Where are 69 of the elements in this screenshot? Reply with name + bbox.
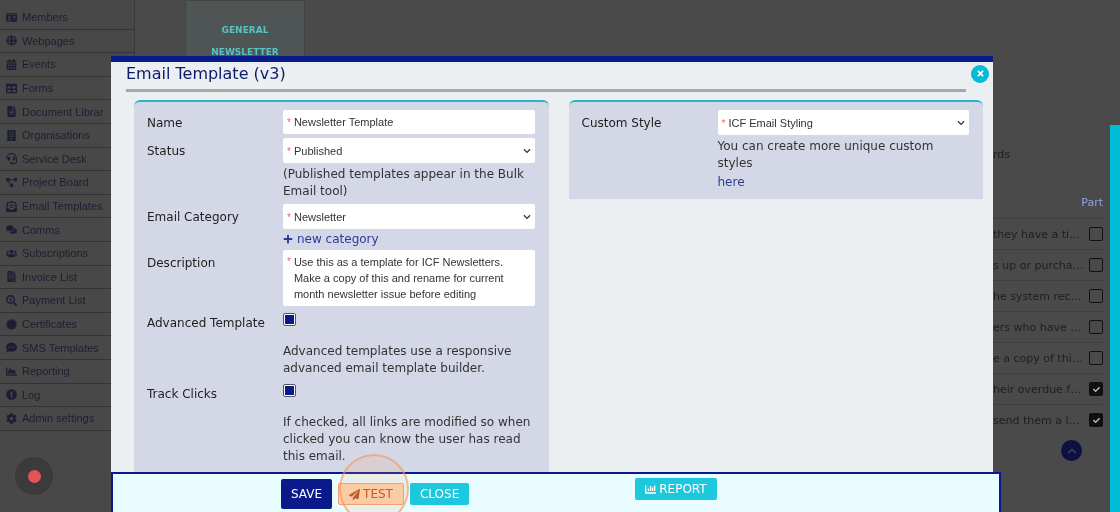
headset-icon bbox=[6, 153, 17, 165]
field-label: Name bbox=[147, 115, 184, 130]
people-icon bbox=[6, 247, 17, 259]
checkbox[interactable] bbox=[1089, 382, 1103, 396]
document-icon bbox=[6, 106, 17, 118]
field-label: Status bbox=[147, 143, 187, 158]
dropdown[interactable]: * Newsletter bbox=[283, 204, 535, 229]
checkbox[interactable] bbox=[1089, 289, 1103, 303]
required-asterisk: * bbox=[287, 211, 291, 223]
diagram-icon bbox=[6, 176, 17, 188]
speech-bubble-icon bbox=[6, 342, 17, 354]
close-button[interactable] bbox=[971, 64, 989, 83]
checkbox[interactable] bbox=[1089, 227, 1103, 241]
chevron-down-icon bbox=[522, 146, 531, 155]
gear-icon bbox=[6, 412, 17, 424]
required-asterisk: * bbox=[287, 145, 291, 157]
required-asterisk: * bbox=[287, 255, 291, 269]
checkbox[interactable] bbox=[1089, 320, 1103, 334]
help-text: (Published templates appear in the Bulk Email tool) bbox=[283, 166, 525, 200]
help-text: Advanced templates use a responsive advanced email template builder. bbox=[283, 343, 513, 377]
envelope-icon bbox=[6, 200, 17, 212]
check-icon bbox=[1092, 385, 1100, 393]
scroll-up-button[interactable] bbox=[1061, 440, 1082, 461]
calendar-icon bbox=[6, 59, 17, 70]
category-item[interactable]: NEWSLETTER bbox=[211, 47, 279, 57]
field-label: Description bbox=[147, 255, 217, 270]
invoice-icon bbox=[6, 271, 17, 283]
checkbox[interactable] bbox=[1089, 258, 1103, 272]
table-icon bbox=[6, 82, 17, 94]
link[interactable]: new category bbox=[283, 232, 535, 246]
field-label: Advanced Template bbox=[147, 315, 266, 330]
help-text: You can create more unique custom styles bbox=[717, 138, 935, 172]
checkbox[interactable] bbox=[1089, 413, 1103, 427]
scrollbar-thumb[interactable] bbox=[1110, 125, 1120, 512]
dialog-button[interactable]: TEST bbox=[338, 483, 404, 505]
required-asterisk: * bbox=[721, 117, 726, 129]
checkbox[interactable] bbox=[283, 313, 296, 326]
alert-icon bbox=[6, 389, 17, 401]
dialog-button[interactable]: CLOSE bbox=[409, 483, 470, 505]
checkbox[interactable] bbox=[283, 384, 296, 397]
link[interactable]: here bbox=[717, 175, 969, 189]
field-label: Email Category bbox=[147, 209, 240, 224]
text-area[interactable]: * Use this as a template for ICF Newsletters. Make a copy of this and rename for current month newsletter issue before editing bbox=[283, 250, 535, 306]
text-field[interactable]: * Newsletter Template bbox=[283, 110, 535, 134]
required-asterisk: * bbox=[287, 116, 291, 128]
dropdown[interactable]: * ICF Email Styling bbox=[717, 110, 969, 135]
chart-icon bbox=[6, 365, 17, 377]
checkbox[interactable] bbox=[1089, 351, 1103, 365]
check-icon bbox=[1092, 416, 1100, 424]
search-dollar-icon bbox=[6, 294, 17, 306]
column-header: Part bbox=[1080, 196, 1103, 211]
field-label: Custom Style bbox=[581, 115, 663, 130]
category-item[interactable]: GENERAL bbox=[221, 25, 269, 35]
building-icon bbox=[6, 129, 17, 141]
dropdown[interactable]: * Published bbox=[283, 138, 535, 163]
chat-icon bbox=[6, 224, 17, 236]
id-card-icon bbox=[6, 11, 17, 23]
bar-chart-icon bbox=[645, 483, 657, 495]
badge-icon bbox=[6, 318, 17, 330]
close-icon bbox=[975, 69, 985, 78]
field-label: Track Clicks bbox=[147, 386, 219, 401]
help-text: If checked, all links are modified so when clicked you can know the user has read this email. bbox=[283, 414, 532, 465]
dialog-button[interactable]: SAVE bbox=[281, 479, 333, 509]
plus-icon bbox=[283, 234, 293, 244]
chevron-down-icon bbox=[522, 212, 531, 221]
globe-icon bbox=[6, 35, 17, 47]
paper-plane-icon bbox=[349, 488, 361, 500]
dialog-button[interactable]: REPORT bbox=[635, 478, 717, 500]
chevron-down-icon bbox=[957, 118, 965, 127]
